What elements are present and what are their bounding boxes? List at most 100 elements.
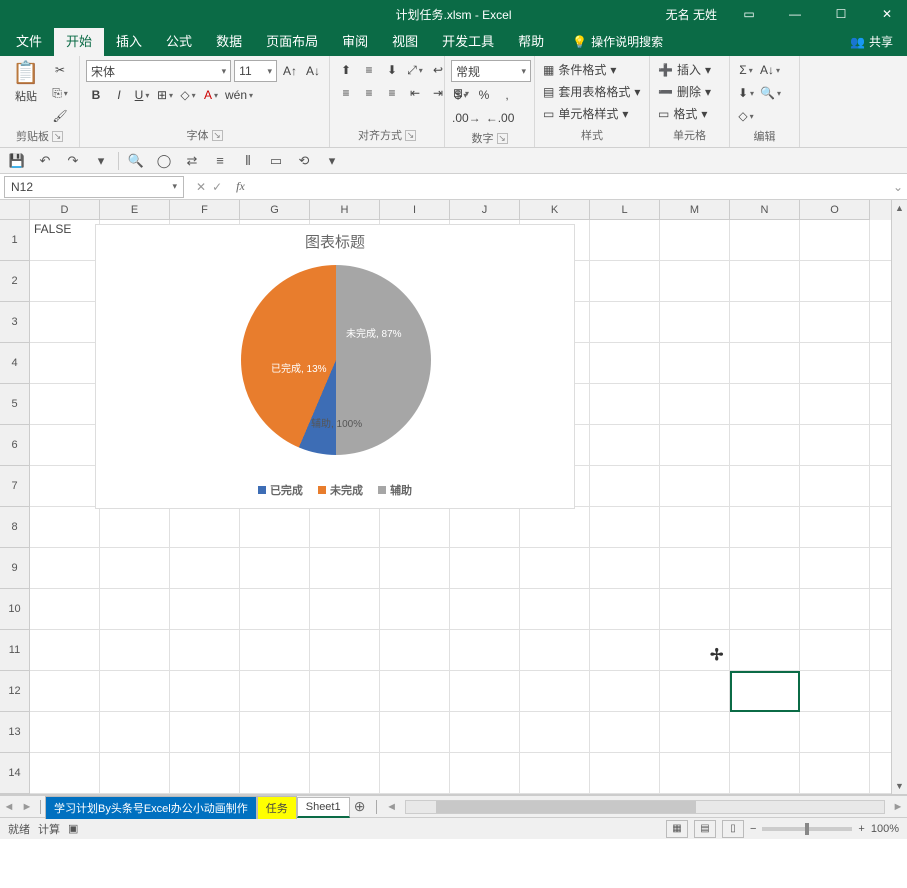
cell-O3[interactable]: [800, 302, 870, 342]
border-button[interactable]: ⊞: [155, 85, 175, 105]
cell-M6[interactable]: [660, 425, 730, 465]
cell-M7[interactable]: [660, 466, 730, 506]
vertical-scrollbar[interactable]: ▲ ▼: [891, 200, 907, 794]
col-header-E[interactable]: E: [100, 200, 170, 220]
cell-M13[interactable]: [660, 712, 730, 752]
cell-L5[interactable]: [590, 384, 660, 424]
tab-file[interactable]: 文件: [4, 25, 54, 56]
cell-O7[interactable]: [800, 466, 870, 506]
cell-J11[interactable]: [450, 630, 520, 670]
find-select-button[interactable]: 🔍: [759, 83, 782, 103]
cell-N4[interactable]: [730, 343, 800, 383]
scroll-down-icon[interactable]: ▼: [892, 778, 907, 794]
font-size-combo[interactable]: 11▾: [234, 60, 277, 82]
accounting-format-icon[interactable]: $: [451, 85, 471, 105]
cell-G8[interactable]: [240, 507, 310, 547]
save-icon[interactable]: 💾: [6, 150, 28, 172]
font-launcher[interactable]: ↘: [212, 130, 223, 141]
insert-cells-button[interactable]: ➕插入 ▾: [656, 60, 713, 79]
cell-L6[interactable]: [590, 425, 660, 465]
row-header-14[interactable]: 14: [0, 753, 30, 794]
cell-G14[interactable]: [240, 753, 310, 793]
align-right-icon[interactable]: ≡: [382, 83, 402, 103]
cell-E13[interactable]: [100, 712, 170, 752]
paste-button[interactable]: 📋 粘贴: [6, 60, 46, 104]
cell-N8[interactable]: [730, 507, 800, 547]
align-center-icon[interactable]: ≡: [359, 83, 379, 103]
cell-D9[interactable]: [30, 548, 100, 588]
format-painter-button[interactable]: 🖌: [50, 106, 70, 126]
cell-N7[interactable]: [730, 466, 800, 506]
cell-L12[interactable]: [590, 671, 660, 711]
name-box[interactable]: N12▾: [4, 176, 184, 198]
delete-cells-button[interactable]: ➖删除 ▾: [656, 82, 713, 101]
cell-H13[interactable]: [310, 712, 380, 752]
cell-L1[interactable]: [590, 220, 660, 260]
cell-F10[interactable]: [170, 589, 240, 629]
cell-N3[interactable]: [730, 302, 800, 342]
row-header-4[interactable]: 4: [0, 343, 30, 384]
tab-developer[interactable]: 开发工具: [430, 25, 506, 56]
cell-M10[interactable]: [660, 589, 730, 629]
cell-I14[interactable]: [380, 753, 450, 793]
cell-E11[interactable]: [100, 630, 170, 670]
formula-bar[interactable]: [251, 176, 889, 198]
sheet-nav-next[interactable]: ►: [18, 801, 36, 813]
select-all-corner[interactable]: [0, 200, 30, 220]
cell-H14[interactable]: [310, 753, 380, 793]
cut-button[interactable]: ✂: [50, 60, 70, 80]
col-header-D[interactable]: D: [30, 200, 100, 220]
cell-G9[interactable]: [240, 548, 310, 588]
cell-I10[interactable]: [380, 589, 450, 629]
col-header-J[interactable]: J: [450, 200, 520, 220]
col-header-O[interactable]: O: [800, 200, 870, 220]
cell-D6[interactable]: [30, 425, 100, 465]
number-launcher[interactable]: ↘: [497, 133, 508, 144]
fill-button[interactable]: ⬇: [736, 83, 756, 103]
page-layout-view-icon[interactable]: ▤: [694, 820, 716, 838]
cell-L13[interactable]: [590, 712, 660, 752]
col-header-L[interactable]: L: [590, 200, 660, 220]
cell-H10[interactable]: [310, 589, 380, 629]
cell-N6[interactable]: [730, 425, 800, 465]
hscroll-right-icon[interactable]: ►: [889, 801, 907, 813]
minimize-button[interactable]: —: [775, 0, 815, 28]
scroll-up-icon[interactable]: ▲: [892, 200, 907, 216]
cell-N1[interactable]: [730, 220, 800, 260]
autosum-button[interactable]: Σ: [736, 60, 756, 80]
bold-button[interactable]: B: [86, 85, 106, 105]
qat-btn-8[interactable]: ▾: [321, 150, 343, 172]
col-header-N[interactable]: N: [730, 200, 800, 220]
phonetic-button[interactable]: wén: [224, 85, 254, 105]
cell-F8[interactable]: [170, 507, 240, 547]
fill-color-button[interactable]: ◇: [178, 85, 198, 105]
user-name[interactable]: 无名 无姓: [666, 6, 717, 23]
qat-btn-3[interactable]: ⇄: [181, 150, 203, 172]
cell-O11[interactable]: [800, 630, 870, 670]
cell-L11[interactable]: [590, 630, 660, 670]
copy-button[interactable]: ⎘: [50, 83, 70, 103]
cell-F13[interactable]: [170, 712, 240, 752]
cell-H8[interactable]: [310, 507, 380, 547]
cell-I11[interactable]: [380, 630, 450, 670]
share-button[interactable]: 👥共享: [840, 27, 903, 56]
cell-O14[interactable]: [800, 753, 870, 793]
clipboard-launcher[interactable]: ↘: [52, 131, 63, 142]
align-middle-icon[interactable]: ≡: [359, 60, 379, 80]
row-header-7[interactable]: 7: [0, 466, 30, 507]
cell-N9[interactable]: [730, 548, 800, 588]
macro-record-icon[interactable]: ▣: [68, 822, 78, 835]
alignment-launcher[interactable]: ↘: [405, 130, 416, 141]
qat-btn-1[interactable]: 🔍: [125, 150, 147, 172]
new-sheet-button[interactable]: ⊕: [350, 798, 370, 815]
qat-btn-6[interactable]: ▭: [265, 150, 287, 172]
hscroll-left-icon[interactable]: ◄: [383, 801, 401, 813]
row-header-1[interactable]: 1: [0, 220, 30, 261]
format-cells-button[interactable]: ▭格式 ▾: [656, 104, 713, 123]
cell-L2[interactable]: [590, 261, 660, 301]
tab-formulas[interactable]: 公式: [154, 25, 204, 56]
page-break-view-icon[interactable]: ▯: [722, 820, 744, 838]
qat-btn-4[interactable]: ≡: [209, 150, 231, 172]
cell-J12[interactable]: [450, 671, 520, 711]
cell-O2[interactable]: [800, 261, 870, 301]
